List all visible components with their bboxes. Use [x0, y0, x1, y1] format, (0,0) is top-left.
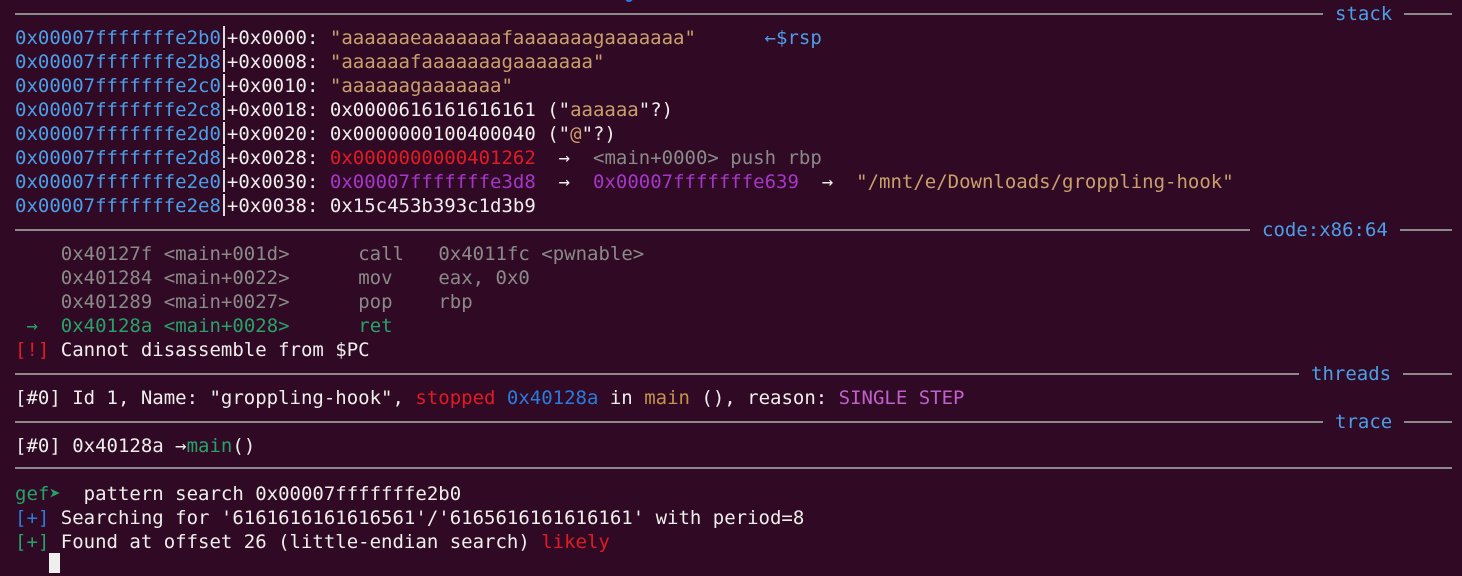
disasm-row: 0x401289 <main+0027> pop rbp [60, 291, 473, 313]
output-line: [+] Searching for '6161616161616561'/'61… [15, 507, 805, 529]
command-line[interactable]: gef➤ pattern search 0x00007fffffffe2b0 [15, 482, 461, 506]
stack-separator [15, 13, 1452, 15]
output-line: [+] Found at offset 26 (little-endian se… [15, 531, 610, 553]
gef-prompt: gef➤ [15, 483, 61, 505]
trace-row: [#0] 0x40128a →main() [15, 435, 256, 457]
stack-row: 0x00007fffffffe2b0 +0x0000: "aaaaaaeaaaaa… [15, 26, 822, 49]
stack-row: 0x00007fffffffe2c8 +0x0018: 0x00006161616… [15, 98, 674, 121]
cursor-line[interactable] [15, 552, 61, 576]
stack-row: 0x00007fffffffe2c0 +0x0010: "aaaaaagaaaaa… [15, 74, 513, 97]
terminal-window[interactable]: stack 0x00007fffffffe2b0 +0x0000: "aaaaaa… [0, 0, 1462, 573]
disasm-row: 0x40127f <main+001d> call 0x4011fc <pwna… [60, 243, 645, 265]
stack-row: 0x00007fffffffe2d8 +0x0028: 0x00000000004… [15, 146, 822, 169]
threads-section-label: threads [1299, 362, 1404, 386]
stack-section-label: stack [1323, 2, 1405, 26]
stack-row: 0x00007fffffffe2e0 +0x0030: 0x00007ffffff… [15, 170, 1234, 193]
disasm-error: [!] Cannot disassemble from $PC [15, 339, 370, 361]
stack-row: 0x00007fffffffe2b8 +0x0008: "aaaaaafaaaaa… [15, 50, 605, 73]
thread-row: [#0] Id 1, Name: "groppling-hook", stopp… [15, 387, 965, 409]
threads-separator [15, 373, 1452, 375]
terminal-cursor [49, 553, 61, 573]
code-separator [15, 229, 1452, 231]
code-section-label: code:x86:64 [1250, 218, 1400, 242]
trace-separator [15, 421, 1452, 423]
stack-row: 0x00007fffffffe2d0 +0x0020: 0x00000001004… [15, 122, 616, 145]
rsp-marker: ←$rsp [764, 27, 822, 49]
command-text: pattern search 0x00007fffffffe2b0 [60, 483, 462, 505]
context-end-separator [15, 467, 1452, 469]
trace-section-label: trace [1323, 410, 1405, 434]
current-instruction-arrow: → [26, 315, 38, 337]
disasm-row-current: → 0x40128a <main+0028> ret [26, 315, 393, 337]
disasm-row: 0x401284 <main+0022> mov eax, 0x0 [60, 267, 530, 289]
stack-row: 0x00007fffffffe2e8 +0x0038: 0x15c453b393c… [15, 194, 536, 217]
scrollback-marker [625, 0, 633, 2]
